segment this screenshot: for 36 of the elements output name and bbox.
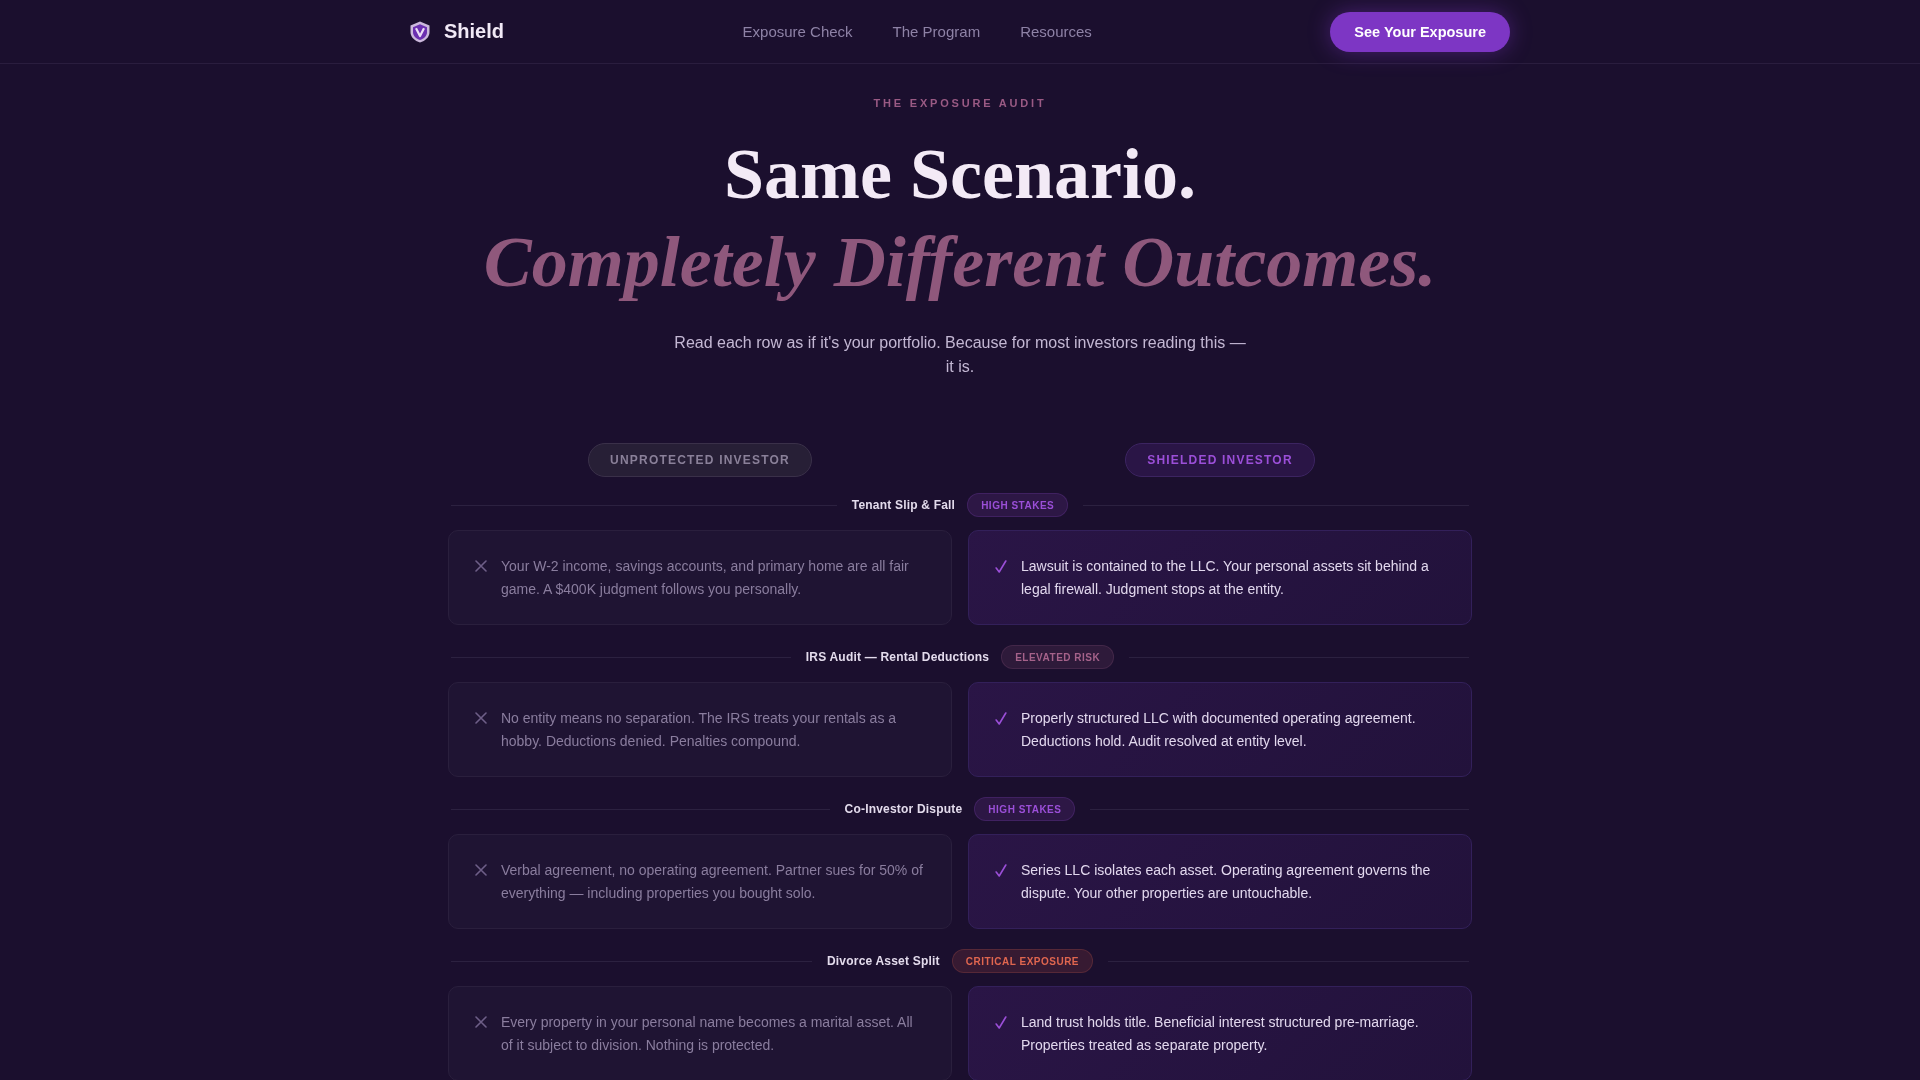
scenario-title: Co-Investor Dispute bbox=[844, 802, 963, 816]
headline-accent: Completely Different Outcomes. bbox=[483, 221, 1437, 304]
scenario-title: IRS Audit — Rental Deductions bbox=[805, 650, 990, 664]
outcome-text: Verbal agreement, no operating agreement. Partner sues for 50% of everything — including properties you bought solo. bbox=[501, 861, 924, 903]
brand-name: Shield bbox=[444, 20, 504, 43]
scenario-title: Tenant Slip & Fall bbox=[851, 498, 956, 512]
check-icon bbox=[995, 864, 1007, 877]
severity-tag: HIGH STAKES bbox=[974, 797, 1076, 821]
headline: Same Scenario. bbox=[724, 133, 1196, 216]
outcome-text: Land trust holds title. Beneficial interest structured pre-marriage. Properties treated as separate property. bbox=[1021, 1013, 1420, 1055]
nav-link[interactable]: Resources bbox=[1020, 23, 1092, 40]
subtitle: Read each row as if it's your portfolio. Because for most investors reading this — it is. bbox=[673, 333, 1247, 377]
outcome-text: Your W-2 income, savings accounts, and primary home are all fair game. A $400K judgment follows you personally. bbox=[501, 557, 910, 599]
column-label: SHIELDED INVESTOR bbox=[1125, 443, 1315, 477]
nav-link[interactable]: Exposure Check bbox=[742, 23, 853, 40]
cross-icon bbox=[475, 560, 487, 572]
outcome-text: No entity means no separation. The IRS treats your rentals as a hobby. Deductions denied. Penalties compound. bbox=[501, 709, 898, 751]
check-icon bbox=[995, 1016, 1007, 1029]
column-label: UNPROTECTED INVESTOR bbox=[588, 443, 812, 477]
outcome-text: Every property in your personal name becomes a marital asset. All of it subject to division. Nothing is protected. bbox=[501, 1013, 914, 1055]
severity-tag: HIGH STAKES bbox=[967, 493, 1069, 517]
check-icon bbox=[995, 712, 1007, 725]
cross-icon bbox=[475, 864, 487, 876]
severity-tag: CRITICAL EXPOSURE bbox=[951, 949, 1094, 973]
severity-tag: ELEVATED RISK bbox=[1001, 645, 1115, 669]
outcome-text: Series LLC isolates each asset. Operating agreement governs the dispute. Your other properties are untouchable. bbox=[1021, 861, 1432, 903]
eyebrow-label: THE EXPOSURE AUDIT bbox=[873, 96, 1047, 111]
cta-button[interactable]: See Your Exposure bbox=[1330, 11, 1510, 52]
nav-link[interactable]: The Program bbox=[892, 23, 981, 40]
check-icon bbox=[995, 560, 1007, 573]
cross-icon bbox=[475, 712, 487, 724]
shield-logo-icon bbox=[410, 20, 430, 43]
cross-icon bbox=[475, 1016, 487, 1028]
outcome-text: Lawsuit is contained to the LLC. Your personal assets sit behind a legal firewall. Judgment stops at the entity. bbox=[1021, 557, 1430, 599]
outcome-text: Properly structured LLC with documented operating agreement. Deductions hold. Audit resolved at entity level. bbox=[1021, 709, 1417, 751]
scenario-title: Divorce Asset Split bbox=[826, 954, 940, 968]
